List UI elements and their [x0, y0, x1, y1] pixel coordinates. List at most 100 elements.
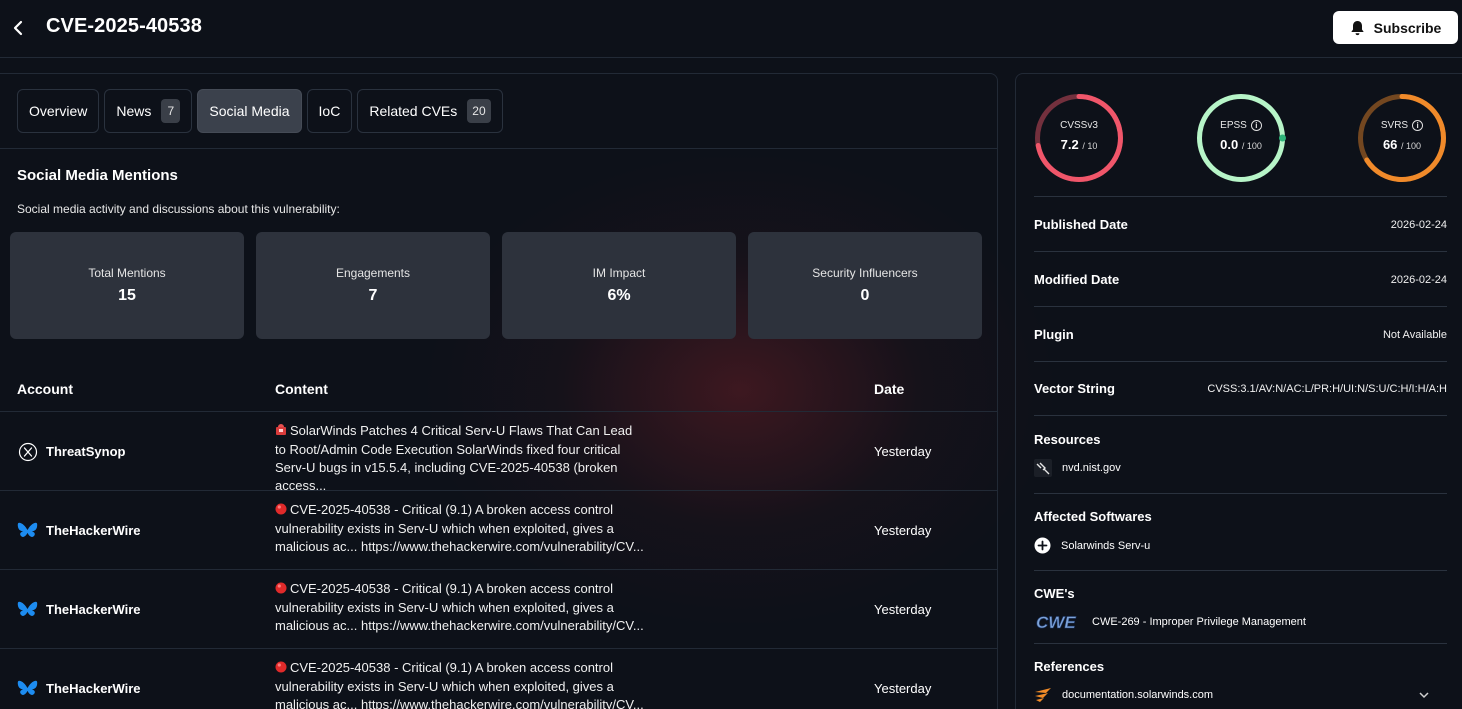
vector-string-label: Vector String	[1034, 381, 1115, 396]
post-content[interactable]: SolarWinds Patches 4 Critical Serv-U Fla…	[275, 422, 645, 495]
affected-softwares-label: Affected Softwares	[1034, 509, 1152, 524]
gauge-value: 7.2	[1060, 137, 1079, 152]
vector-string-value: CVSS:3.1/AV:N/AC:L/PR:H/UI:N/S:U/C:H/I:H…	[1207, 383, 1447, 395]
tab-label: Overview	[29, 103, 88, 119]
divider	[1034, 570, 1447, 571]
stat-value: 6%	[607, 287, 631, 304]
x-twitter-icon	[17, 441, 38, 462]
affected-software-item[interactable]: Solarwinds Serv-u	[1034, 537, 1150, 554]
gauge-value: 66	[1382, 137, 1398, 152]
chevron-down-icon[interactable]	[1419, 691, 1429, 699]
gauge-label: EPSS	[1220, 120, 1247, 131]
tab-news[interactable]: News 7	[104, 89, 193, 133]
post-text: SolarWinds Patches 4 Critical Serv-U Fla…	[275, 423, 633, 493]
table-row[interactable]: TheHackerWire CVE-2025-40538 - Critical …	[0, 648, 997, 709]
section-title: Social Media Mentions	[17, 167, 178, 184]
resource-link[interactable]: nvd.nist.gov	[1034, 459, 1121, 477]
modified-date-label: Modified Date	[1034, 272, 1120, 287]
plugin-label: Plugin	[1034, 327, 1074, 342]
cwe-logo-text: CWE	[1036, 613, 1076, 632]
gauge-value: 0.0	[1220, 137, 1239, 152]
stat-card-security-influencers: Security Influencers 0	[748, 232, 982, 339]
divider	[1034, 196, 1447, 197]
post-date: Yesterday	[874, 444, 932, 459]
account-name[interactable]: TheHackerWire	[46, 523, 141, 538]
resources-label: Resources	[1034, 432, 1101, 447]
gauge-max: / 10	[1082, 141, 1098, 151]
tab-overview[interactable]: Overview	[17, 89, 100, 133]
post-content[interactable]: CVE-2025-40538 - Critical (9.1) A broken…	[275, 501, 645, 556]
section-description: Social media activity and discussions ab…	[17, 202, 340, 216]
stat-value: 7	[368, 287, 378, 304]
red-circle-emoji-icon	[275, 581, 287, 599]
stat-card-im-impact: IM Impact 6%	[502, 232, 736, 339]
column-header-date[interactable]: Date	[874, 381, 904, 397]
resource-text: nvd.nist.gov	[1062, 462, 1121, 474]
modified-date-value: 2026-02-24	[1390, 274, 1447, 286]
info-icon[interactable]: i	[1250, 120, 1262, 131]
stat-card-total-mentions: Total Mentions 15	[10, 232, 244, 339]
published-date-value: 2026-02-24	[1390, 219, 1447, 231]
post-content[interactable]: CVE-2025-40538 - Critical (9.1) A broken…	[275, 659, 645, 709]
tab-label: News	[116, 103, 152, 119]
details-panel: CVSSv3 7.2 / 10 EPSS i 0.0 / 100 SVRS i 66…	[1015, 73, 1462, 709]
divider	[1034, 415, 1447, 416]
table-row[interactable]: TheHackerWire CVE-2025-40538 - Critical …	[0, 569, 997, 648]
stat-label: Security Influencers	[812, 266, 918, 280]
post-text: CVE-2025-40538 - Critical (9.1) A broken…	[275, 581, 644, 633]
reference-item[interactable]: documentation.solarwinds.com	[1034, 687, 1447, 703]
red-circle-emoji-icon	[275, 502, 287, 520]
post-date: Yesterday	[874, 681, 932, 696]
stat-card-engagements: Engagements 7	[256, 232, 490, 339]
tab-related-cves[interactable]: Related CVEs 20	[357, 89, 503, 133]
post-date: Yesterday	[874, 602, 932, 617]
svrs-gauge: SVRS i 66 / 100	[1356, 92, 1448, 184]
page-header: CVE-2025-40538 Subscribe	[0, 0, 1462, 58]
tab-social-media[interactable]: Social Media	[197, 89, 302, 133]
table-row[interactable]: ThreatSynop SolarWinds Patches 4 Critica…	[0, 411, 997, 493]
tab-label: Social Media	[209, 103, 290, 119]
account-name[interactable]: TheHackerWire	[46, 602, 141, 617]
stat-label: IM Impact	[592, 266, 646, 280]
column-header-account[interactable]: Account	[17, 381, 73, 397]
gauge-label: SVRS	[1380, 120, 1409, 131]
references-label: References	[1034, 659, 1105, 674]
post-content[interactable]: CVE-2025-40538 - Critical (9.1) A broken…	[275, 580, 645, 635]
account-cell: TheHackerWire	[17, 491, 141, 570]
subscribe-button[interactable]: Subscribe	[1333, 11, 1458, 44]
account-name[interactable]: ThreatSynop	[46, 444, 125, 459]
stat-label: Engagements	[335, 266, 411, 280]
gauge-max: / 100	[1241, 141, 1262, 151]
table-row[interactable]: TheHackerWire CVE-2025-40538 - Critical …	[0, 490, 997, 569]
plugin-value: Not Available	[1382, 329, 1447, 341]
tab-label: IoC	[318, 103, 341, 119]
divider	[1034, 361, 1447, 362]
bluesky-icon	[17, 678, 38, 699]
divider	[1034, 643, 1447, 644]
stat-value: 0	[860, 287, 870, 304]
bell-icon	[1350, 20, 1364, 35]
tab-bar: Overview News 7 Social Media IoC Related…	[17, 89, 503, 133]
account-cell: TheHackerWire	[17, 649, 141, 709]
stat-label: Total Mentions	[88, 266, 166, 280]
post-text: CVE-2025-40538 - Critical (9.1) A broken…	[275, 660, 644, 709]
account-name[interactable]: TheHackerWire	[46, 681, 141, 696]
tab-count-badge: 20	[467, 99, 491, 123]
bluesky-icon	[17, 599, 38, 620]
info-icon[interactable]: i	[1412, 120, 1424, 131]
red-circle-emoji-icon	[275, 660, 287, 678]
chevron-left-icon	[13, 20, 23, 36]
stat-value: 15	[118, 287, 136, 304]
bluesky-icon	[17, 520, 38, 541]
cwes-label: CWE's	[1034, 586, 1075, 601]
cwe-logo-icon: CWE	[1036, 613, 1077, 632]
back-button[interactable]	[8, 17, 28, 39]
tab-ioc[interactable]: IoC	[306, 89, 353, 133]
tab-count-badge: 7	[161, 99, 181, 123]
post-text: CVE-2025-40538 - Critical (9.1) A broken…	[275, 502, 644, 554]
column-header-content[interactable]: Content	[275, 381, 328, 397]
cwe-item[interactable]: CWE CWE-269 - Improper Privilege Managem…	[1034, 612, 1306, 632]
plus-circle-icon	[1034, 537, 1051, 554]
divider	[0, 148, 997, 149]
account-cell: ThreatSynop	[17, 412, 125, 491]
